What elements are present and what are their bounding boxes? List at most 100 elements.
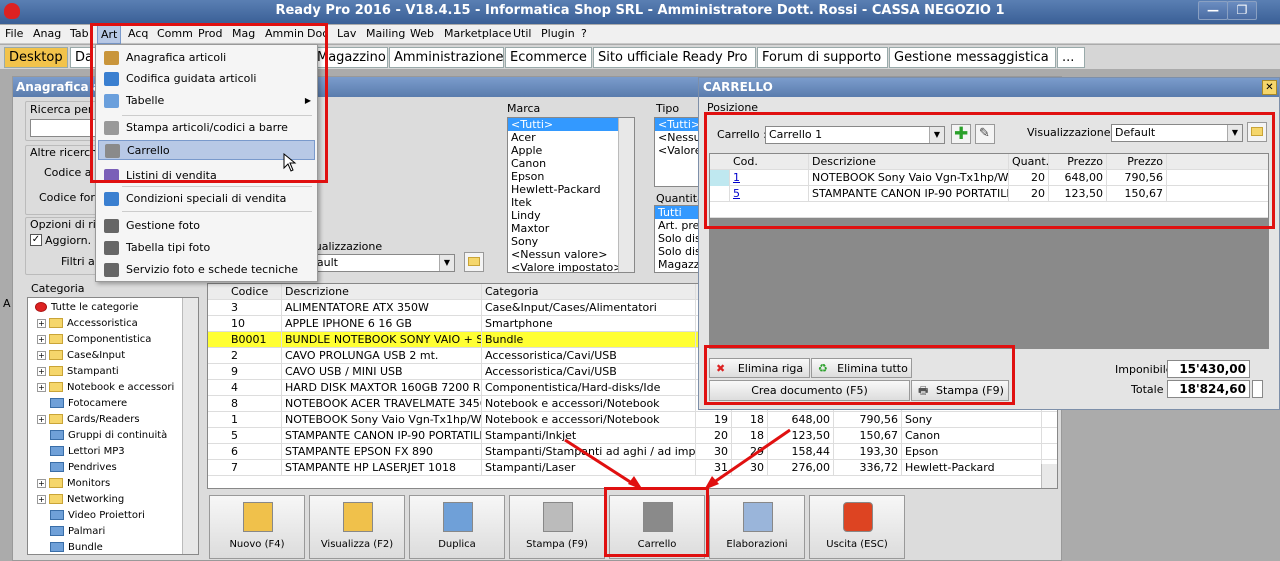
menu-item-servizio-foto[interactable]: Servizio foto e schede tecniche	[98, 260, 315, 280]
carrello-select[interactable]: Carrello 1 ▼	[765, 126, 945, 144]
edit-cart-button[interactable]: ✎	[975, 124, 995, 144]
menu-mag[interactable]: Mag	[232, 27, 255, 40]
menu-marketplace[interactable]: Marketplace	[444, 27, 511, 40]
tree-item-proiettori[interactable]: Video Proiettori	[47, 508, 145, 524]
minimize-button[interactable]: —	[1198, 1, 1228, 20]
list-item[interactable]: Solo disp	[655, 232, 698, 245]
menu-prod[interactable]: Prod	[198, 27, 222, 40]
list-item[interactable]: <Tutti>	[508, 118, 634, 131]
tree-item-pendrives[interactable]: Pendrives	[47, 460, 117, 476]
tab-sito-ufficiale[interactable]: Sito ufficiale Ready Pro	[593, 47, 756, 68]
table-row[interactable]	[710, 202, 1268, 218]
tree-item-palmari[interactable]: Palmari	[47, 524, 105, 540]
list-item[interactable]: <Nessun valore>	[508, 248, 634, 261]
exit-button[interactable]: Uscita (ESC)	[809, 495, 905, 559]
menu-doc[interactable]: Doc	[307, 27, 328, 40]
close-icon[interactable]: ✕	[1262, 80, 1277, 95]
crea-documento-button[interactable]: Crea documento (F5)	[709, 380, 910, 401]
expand-icon[interactable]: +	[37, 414, 46, 424]
menu-item-stampa-articoli[interactable]: Stampa articoli/codici a barre	[98, 118, 315, 138]
list-item[interactable]: Magazzin	[655, 258, 698, 271]
menu-comm[interactable]: Comm	[157, 27, 193, 40]
menu-util[interactable]: Util	[513, 27, 531, 40]
column-header[interactable]: Prezzo	[1107, 154, 1167, 170]
list-item[interactable]: <Valore	[655, 144, 698, 157]
menu-tab[interactable]: Tab	[70, 27, 89, 40]
menu-help[interactable]: ?	[581, 27, 587, 40]
tree-item-bundle[interactable]: Bundle	[47, 540, 103, 554]
list-item[interactable]: <Tutti>	[655, 118, 698, 131]
tree-item-accessoristica[interactable]: + Accessoristica	[34, 316, 138, 332]
list-item[interactable]: Sony	[508, 235, 634, 248]
list-item[interactable]: Maxtor	[508, 222, 634, 235]
carrello-visualizzazione-select[interactable]: Default ▼	[1111, 124, 1243, 142]
expand-icon[interactable]: +	[37, 366, 46, 376]
expand-icon[interactable]: +	[37, 318, 46, 328]
marca-list[interactable]: <Tutti> Acer Apple Canon Epson Hewlett-P…	[507, 117, 635, 273]
table-row[interactable]: 1 NOTEBOOK Sony Vaio Vgn-Tx1hp/W 20 648,…	[710, 170, 1268, 186]
tree-item-stampanti[interactable]: + Stampanti	[34, 364, 119, 380]
tree-item-ups[interactable]: Gruppi di continuità	[47, 428, 167, 444]
list-item[interactable]: <Valore impostato>	[508, 261, 634, 272]
row-code-link[interactable]: 1	[730, 170, 809, 186]
visualizzazione-select[interactable]: fault ▼	[309, 254, 455, 272]
table-row[interactable]: 1 NOTEBOOK Sony Vaio Vgn-Tx1hp/W Notebook …	[208, 412, 1057, 428]
expand-icon[interactable]: +	[37, 382, 46, 392]
process-button[interactable]: Elaborazioni	[709, 495, 805, 559]
tab-forum[interactable]: Forum di supporto	[757, 47, 888, 68]
expand-icon[interactable]: +	[37, 350, 46, 360]
tab-messaggistica[interactable]: Gestione messaggistica	[889, 47, 1056, 68]
expand-icon[interactable]: +	[37, 334, 46, 344]
menu-item-tabelle[interactable]: Tabelle ▶	[98, 91, 315, 111]
column-header[interactable]: Categoria	[482, 284, 696, 300]
row-quantity[interactable]: 20	[1009, 170, 1049, 186]
list-item[interactable]: Hewlett-Packard	[508, 183, 634, 196]
tree-root[interactable]: Tutte le categorie	[32, 300, 138, 316]
menu-lav[interactable]: Lav	[337, 27, 356, 40]
tab-amministrazione[interactable]: Amministrazione	[389, 47, 504, 68]
tree-item-componentistica[interactable]: + Componentistica	[34, 332, 151, 348]
expand-icon[interactable]: +	[37, 478, 46, 488]
table-row[interactable]: 5 STAMPANTE CANON IP-90 PORTATILE Stampant…	[208, 428, 1057, 444]
menu-item-anagrafica-articoli[interactable]: Anagrafica articoli	[98, 48, 315, 68]
column-header[interactable]: Codice	[228, 284, 282, 300]
list-item[interactable]: Epson	[508, 170, 634, 183]
menu-item-gestione-foto[interactable]: Gestione foto	[98, 216, 315, 236]
categoria-tree[interactable]: Tutte le categorie + Accessoristica + Comp…	[27, 297, 199, 555]
tab-da[interactable]: Da	[70, 47, 98, 68]
tree-item-networking[interactable]: + Networking	[34, 492, 124, 508]
column-header[interactable]: Cod.	[730, 154, 809, 170]
column-header[interactable]: Prezzo	[1049, 154, 1107, 170]
menu-item-codifica-guidata[interactable]: Codifica guidata articoli	[98, 69, 315, 89]
menu-ammin[interactable]: Ammin	[265, 27, 304, 40]
row-selector[interactable]	[710, 186, 730, 202]
column-header[interactable]: Quant.	[1009, 154, 1049, 170]
list-item[interactable]: Art. pres	[655, 219, 698, 232]
view-button[interactable]: Visualizza (F2)	[309, 495, 405, 559]
row-code-link[interactable]: 5	[730, 186, 809, 202]
tab-desktop[interactable]: Desktop	[4, 47, 68, 68]
row-quantity[interactable]: 20	[1009, 186, 1049, 202]
add-cart-button[interactable]: ✚	[951, 124, 971, 144]
new-button[interactable]: Nuovo (F4)	[209, 495, 305, 559]
table-scrollbar[interactable]	[1041, 464, 1057, 488]
tree-item-monitors[interactable]: + Monitors	[34, 476, 110, 492]
stampa-button[interactable]: 🖶 Stampa (F9)	[911, 380, 1009, 401]
list-item[interactable]: Solo disp	[655, 245, 698, 258]
expand-icon[interactable]: +	[37, 494, 46, 504]
menu-item-condizioni-speciali[interactable]: Condizioni speciali di vendita	[98, 189, 315, 209]
list-item[interactable]: Itek	[508, 196, 634, 209]
elimina-riga-button[interactable]: ✖ Elimina riga	[709, 358, 810, 378]
maximize-button[interactable]: ❐	[1227, 1, 1257, 20]
folder-button[interactable]	[1247, 122, 1267, 142]
column-header[interactable]: Descrizione	[282, 284, 482, 300]
aggiorn-checkbox[interactable]: ✓	[30, 234, 42, 246]
printer-button[interactable]: Stampa (F9)	[509, 495, 605, 559]
tree-item-cards[interactable]: + Cards/Readers	[34, 412, 140, 428]
list-item[interactable]: Canon	[508, 157, 634, 170]
tab-magazzino[interactable]: Magazzino	[312, 47, 388, 68]
table-row[interactable]: 6 STAMPANTE EPSON FX 890 Stampanti/Stampan…	[208, 444, 1057, 460]
tree-item-mp3[interactable]: Lettori MP3	[47, 444, 125, 460]
quantita-list[interactable]: Tutti Art. pres Solo disp Solo disp Maga…	[654, 205, 699, 273]
column-header[interactable]: Descrizione	[809, 154, 1009, 170]
